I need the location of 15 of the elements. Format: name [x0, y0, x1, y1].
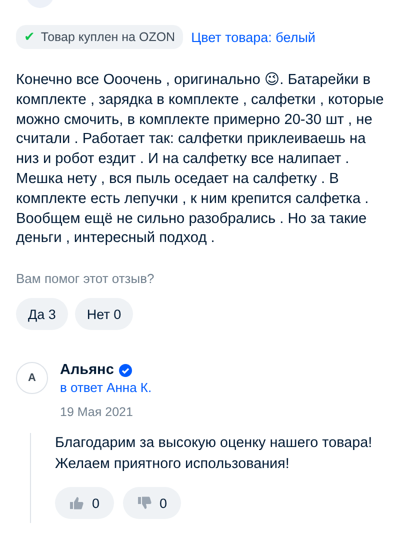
- thumbs-up-icon: [69, 496, 84, 510]
- like-button[interactable]: 0: [55, 487, 114, 520]
- vote-button[interactable]: Да 3: [16, 298, 68, 330]
- thumbs-down-icon: [136, 496, 152, 510]
- reply-to-link[interactable]: в ответ Анна К.: [60, 380, 152, 396]
- purchase-badge: ✔ Товар куплен на OZON: [16, 25, 184, 49]
- product-color-link[interactable]: Цвет товара: белый: [191, 30, 316, 44]
- vote-button[interactable]: Нет 0: [74, 298, 134, 330]
- reply-date: 19 Мая 2021: [60, 405, 134, 420]
- author-name: Альянс: [60, 362, 114, 378]
- helpful-question: Вам помог этот отзыв?: [16, 271, 156, 286]
- review-text: Конечно все Ооочень , оригинально 😉. Батарейки в комплекте , зарядка в комплекте , салфетки , которые можно смочить, в комплекте примерно 20-30 шт , не считали . Работает так: салфетки приклеиваешь на низ и робот ездит . И на салфетку все налипает . Мешка нету , вся пыль оседает на салфетку . В комплекте есть лепучки , к ним крепится салфетка . Вообщем ещё не сильно разобрались . Но за такие деньги , интересный подход .: [16, 71, 384, 248]
- reply-text: Благодарим за высокую оценку нашего товара! Желаем приятного использования!: [55, 434, 374, 474]
- dislike-button[interactable]: 0: [122, 487, 182, 520]
- avatar: А: [16, 362, 48, 394]
